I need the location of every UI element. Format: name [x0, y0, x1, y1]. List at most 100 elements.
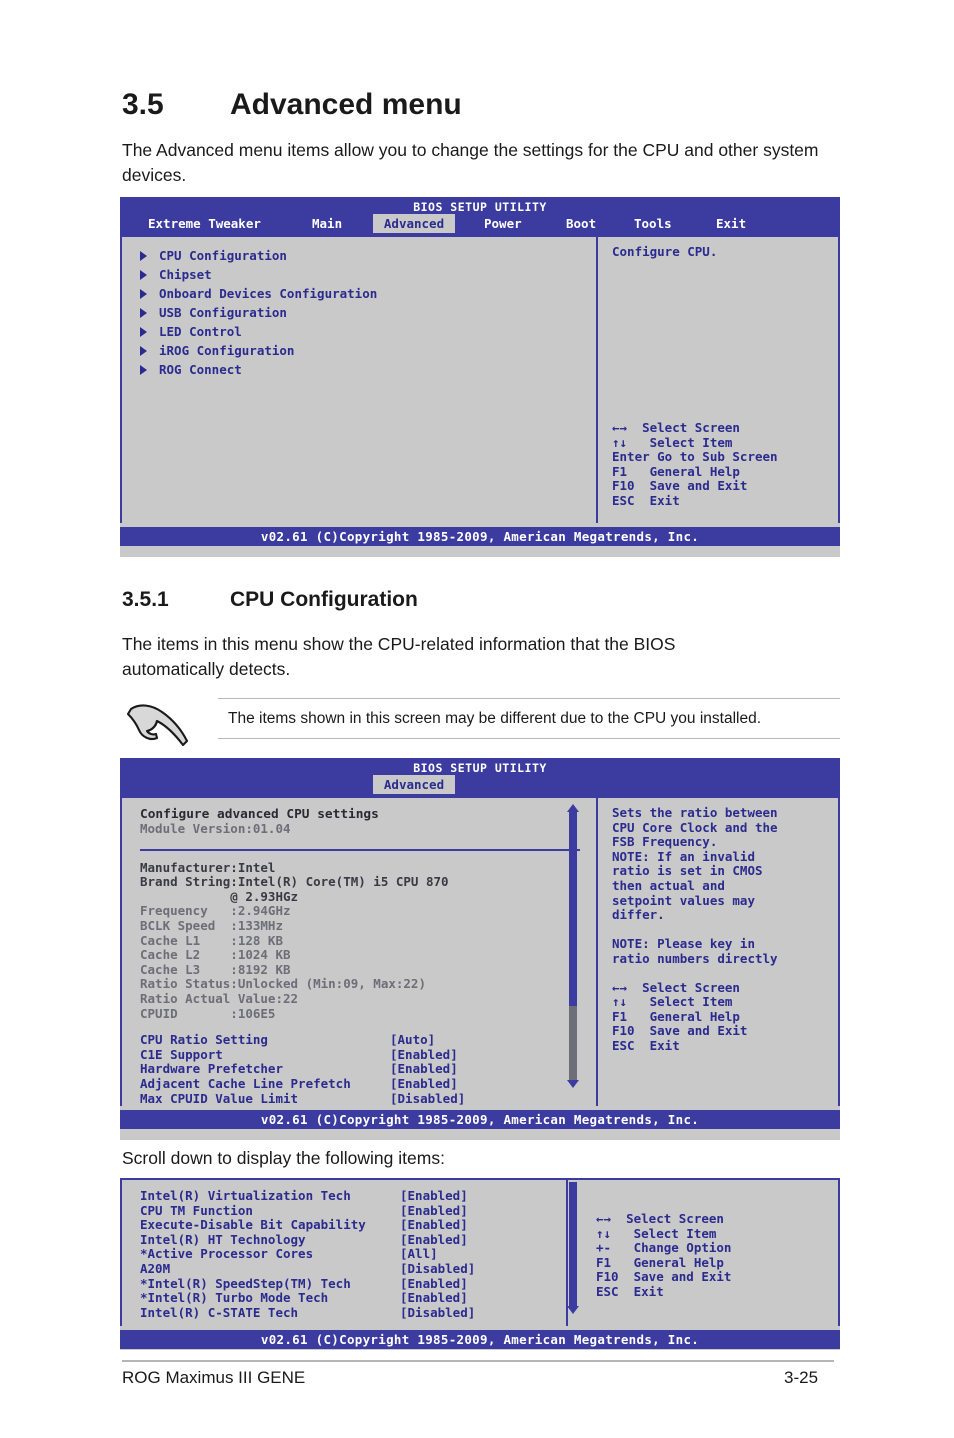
bclk-speed: BCLK Speed :133MHz: [140, 917, 283, 933]
legend-block: ←→ Select Screen ↑↓ Select Item Enter Go…: [612, 420, 778, 509]
option-row-intel-virtualization-tech[interactable]: Intel(R) Virtualization Tech [Enabled]: [140, 1188, 566, 1204]
option-row-a20m[interactable]: A20M [Disabled]: [140, 1261, 566, 1277]
menu-item-onboard-devices-configuration[interactable]: Onboard Devices Configuration: [138, 286, 596, 302]
menu-item-led-control[interactable]: LED Control: [138, 324, 596, 340]
tab-main[interactable]: Main: [306, 214, 348, 233]
bios-tabbar[interactable]: Advanced: [120, 775, 840, 794]
option-row-execute-disable-bit-capability[interactable]: Execute-Disable Bit Capability [Enabled]: [140, 1218, 566, 1233]
option-row-intel-speedstep-tech[interactable]: *Intel(R) SpeedStep(TM) Tech [Enabled]: [140, 1276, 566, 1292]
menu-item-rog-connect[interactable]: ROG Connect: [138, 362, 596, 378]
bios-body: CPU Configuration Chipset Onboard Device…: [120, 237, 840, 523]
option-row-intel-turbo-mode-tech[interactable]: *Intel(R) Turbo Mode Tech [Enabled]: [140, 1291, 566, 1306]
cpu-brand-string-cont: @ 2.93HGz: [140, 888, 299, 904]
option-value[interactable]: [Enabled]: [400, 1218, 468, 1233]
option-label: Intel(R) C-STATE Tech: [140, 1304, 299, 1320]
legend-select-item: ↑↓ Select Item: [612, 994, 733, 1010]
bios-copyright: v02.61 (C)Copyright 1985-2009, American …: [120, 1110, 840, 1129]
bios-tabbar[interactable]: Extreme Tweaker Main Advanced Power Boot…: [120, 214, 840, 233]
bios-screen-advanced-menu[interactable]: BIOS SETUP UTILITY Extreme Tweaker Main …: [120, 197, 840, 557]
section-title: Advanced menu: [230, 88, 462, 121]
tab-boot[interactable]: Boot: [560, 214, 602, 233]
option-label: Max CPUID Value Limit: [140, 1090, 299, 1106]
option-row-max-cpuid-value-limit[interactable]: Max CPUID Value Limit [Disabled]: [140, 1090, 596, 1107]
option-value[interactable]: [Enabled]: [400, 1188, 468, 1204]
footer-rule: [122, 1360, 834, 1362]
option-row-active-processor-cores[interactable]: *Active Processor Cores [All]: [140, 1247, 566, 1262]
option-row-adjacent-cache-line-prefetch[interactable]: Adjacent Cache Line Prefetch [Enabled]: [140, 1075, 596, 1092]
cache-l3: Cache L3 :8192 KB: [140, 961, 291, 977]
menu-item-chipset[interactable]: Chipset: [138, 267, 596, 283]
tab-power[interactable]: Power: [478, 214, 528, 233]
option-label: *Intel(R) Turbo Mode Tech: [140, 1290, 329, 1306]
menu-item-label: LED Control: [159, 324, 242, 339]
menu-pane: CPU Configuration Chipset Onboard Device…: [122, 237, 596, 523]
option-value[interactable]: [Enabled]: [390, 1047, 458, 1063]
option-value[interactable]: [Disabled]: [390, 1091, 465, 1107]
manual-page: 3.5 Advanced menu The Advanced menu item…: [0, 0, 954, 1438]
option-value[interactable]: [Enabled]: [390, 1062, 458, 1077]
option-value[interactable]: [Enabled]: [390, 1076, 458, 1092]
scroll-down-arrow-icon[interactable]: [567, 1080, 579, 1088]
option-row-c1e-support[interactable]: C1E Support [Enabled]: [140, 1046, 596, 1063]
option-label: Intel(R) Virtualization Tech: [140, 1188, 351, 1203]
bios-screen-cpu-configuration-scrolled[interactable]: Intel(R) Virtualization Tech [Enabled] C…: [120, 1178, 840, 1350]
bios-body: Intel(R) Virtualization Tech [Enabled] C…: [120, 1178, 840, 1326]
section-number: 3.5: [122, 88, 164, 121]
ratio-status: Ratio Status:Unlocked (Min:09, Max:22): [140, 976, 426, 992]
help-line: CPU Core Clock and the: [612, 819, 778, 835]
option-value[interactable]: [Disabled]: [400, 1305, 475, 1321]
menu-item-cpu-configuration[interactable]: CPU Configuration: [138, 248, 596, 264]
option-row-cpu-tm-function[interactable]: CPU TM Function [Enabled]: [140, 1202, 566, 1219]
legend-select-screen: ←→ Select Screen: [612, 979, 740, 995]
option-label: Adjacent Cache Line Prefetch: [140, 1075, 351, 1091]
option-value[interactable]: [Enabled]: [400, 1276, 468, 1292]
pointing-hand-icon: [126, 700, 192, 757]
option-value[interactable]: [Enabled]: [400, 1203, 468, 1219]
scrollbar-track[interactable]: [569, 812, 577, 1080]
option-value[interactable]: [Enabled]: [400, 1232, 468, 1248]
note-block: The items shown in this screen may be di…: [218, 698, 840, 739]
help-pane: Sets the ratio between CPU Core Clock an…: [598, 798, 838, 1106]
tab-tools[interactable]: Tools: [628, 214, 678, 233]
legend-save-and-exit: F10 Save and Exit: [612, 478, 748, 494]
option-label: *Active Processor Cores: [140, 1246, 314, 1262]
settings-pane: Configure advanced CPU settings Module V…: [122, 798, 596, 1106]
vertical-scrollbar[interactable]: [564, 804, 582, 1096]
menu-item-label: Chipset: [159, 267, 212, 282]
legend-select-item: ↑↓ Select Item: [612, 434, 733, 450]
option-value[interactable]: [Disabled]: [400, 1261, 475, 1277]
tab-advanced[interactable]: Advanced: [373, 775, 455, 794]
option-value[interactable]: [All]: [400, 1247, 438, 1262]
settings-pane: Intel(R) Virtualization Tech [Enabled] C…: [122, 1180, 579, 1326]
option-row-hardware-prefetcher[interactable]: Hardware Prefetcher [Enabled]: [140, 1062, 596, 1077]
legend-save-and-exit: F10 Save and Exit: [612, 1023, 748, 1039]
tab-exit[interactable]: Exit: [710, 214, 752, 233]
note-rule-bottom: [218, 738, 840, 739]
settings-heading: Configure advanced CPU settings: [140, 807, 379, 822]
option-row-intel-ht-technology[interactable]: Intel(R) HT Technology [Enabled]: [140, 1232, 566, 1248]
scroll-up-arrow-icon[interactable]: [567, 804, 579, 812]
option-row-cpu-ratio-setting[interactable]: CPU Ratio Setting [Auto]: [140, 1033, 596, 1048]
subsection-title-text: CPU Configuration: [230, 588, 418, 611]
bios-screen-cpu-configuration[interactable]: BIOS SETUP UTILITY Advanced Configure ad…: [120, 758, 840, 1140]
scrollbar-thumb[interactable]: [569, 812, 577, 1006]
option-label: C1E Support: [140, 1046, 223, 1062]
help-line: Sets the ratio between: [612, 805, 778, 820]
menu-item-usb-configuration[interactable]: USB Configuration: [138, 305, 596, 321]
option-label: Hardware Prefetcher: [140, 1061, 283, 1077]
option-row-intel-c-state-tech[interactable]: Intel(R) C-STATE Tech [Disabled]: [140, 1304, 566, 1321]
option-value[interactable]: [Enabled]: [400, 1291, 468, 1306]
tab-extreme-tweaker[interactable]: Extreme Tweaker: [142, 214, 267, 233]
menu-item-irog-configuration[interactable]: iROG Configuration: [138, 343, 596, 359]
option-value[interactable]: [Auto]: [390, 1033, 435, 1048]
help-line: NOTE: If an invalid: [612, 848, 755, 864]
cpu-frequency: Frequency :2.94GHz: [140, 903, 291, 919]
intro-paragraph: The Advanced menu items allow you to cha…: [122, 140, 819, 185]
triangle-right-icon: [140, 327, 147, 338]
footer-board-name: ROG Maximus III GENE: [122, 1368, 306, 1387]
option-label: CPU TM Function: [140, 1202, 253, 1218]
legend-select-item: ↑↓ Select Item: [596, 1225, 717, 1241]
cpu-manufacturer: Manufacturer:Intel: [140, 859, 276, 875]
tab-advanced[interactable]: Advanced: [373, 214, 455, 233]
option-label: Execute-Disable Bit Capability: [140, 1217, 366, 1233]
